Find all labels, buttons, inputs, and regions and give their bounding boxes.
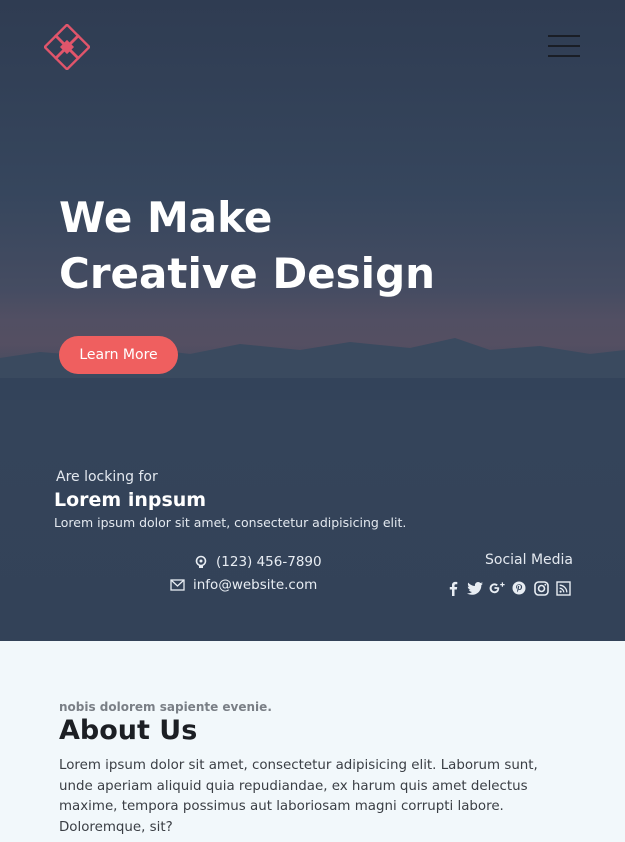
mail-icon: [170, 579, 185, 591]
hero-title-line2: Creative Design: [59, 249, 436, 298]
pinterest-icon[interactable]: [508, 579, 530, 597]
about-section: nobis dolorem sapiente evenie. About Us …: [0, 641, 625, 842]
facebook-icon[interactable]: [442, 579, 464, 597]
social-media-label: Social Media: [485, 552, 574, 568]
rss-icon[interactable]: [552, 579, 574, 597]
google-plus-icon[interactable]: [486, 579, 508, 597]
phone-number: (123) 456-7890: [216, 554, 322, 570]
diamond-flower-logo-icon[interactable]: [42, 22, 92, 72]
learn-more-button[interactable]: Learn More: [59, 336, 178, 374]
instagram-icon[interactable]: [530, 579, 552, 597]
hero-title-line1: We Make: [59, 193, 273, 242]
hero-title: We Make Creative Design: [59, 190, 539, 302]
phone-contact[interactable]: (123) 456-7890: [194, 554, 322, 570]
about-kicker: nobis dolorem sapiente evenie.: [59, 700, 272, 714]
about-title: About Us: [59, 715, 198, 746]
info-title: Lorem inpsum: [54, 489, 207, 511]
hero-section: We Make Creative Design Learn More Are l…: [0, 0, 625, 641]
about-text: Lorem ipsum dolor sit amet, consectetur …: [59, 758, 538, 835]
hamburger-menu-icon[interactable]: [548, 33, 580, 59]
social-icons: [442, 579, 574, 597]
email-contact[interactable]: info@website.com: [170, 577, 317, 593]
phone-icon: [195, 555, 207, 568]
looking-for-label: Are locking for: [56, 469, 158, 485]
twitter-icon[interactable]: [464, 579, 486, 597]
email-address: info@website.com: [193, 577, 318, 593]
info-text: Lorem ipsum dolor sit amet, consectetur …: [54, 515, 407, 530]
